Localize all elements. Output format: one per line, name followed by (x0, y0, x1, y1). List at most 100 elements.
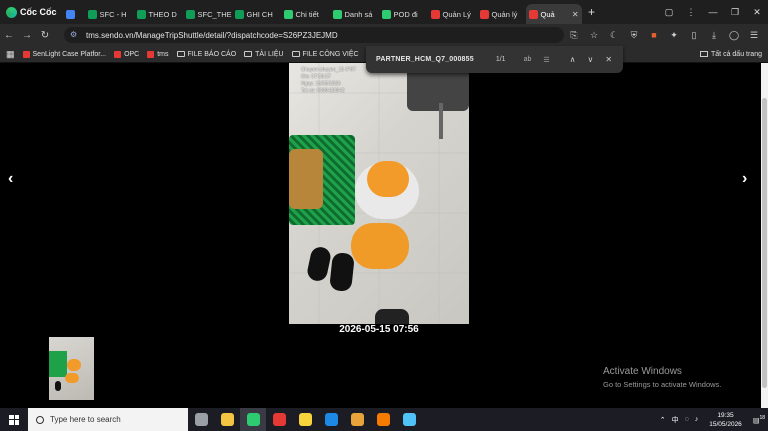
bookmark-item[interactable]: TÀI LIỆU (244, 51, 284, 58)
reload-button[interactable]: ↻ (36, 30, 54, 41)
network-icon[interactable]: ◌ (685, 416, 689, 423)
sendo-icon (430, 9, 440, 19)
browser-tab[interactable]: GHI CH (232, 4, 281, 24)
browser-tab[interactable]: Chi tiết (281, 4, 330, 24)
vertical-scrollbar[interactable] (761, 63, 768, 408)
clock[interactable]: 19:35 15/05/2026 (709, 411, 742, 429)
browser-brand[interactable]: Cốc Cốc (0, 0, 63, 24)
match-case-icon[interactable]: ab (524, 56, 532, 63)
green-basket-shape (289, 135, 355, 225)
menu-icon[interactable]: ☰ (744, 30, 764, 41)
browser-tab[interactable]: Quản lý (477, 4, 526, 24)
site-favicon-icon (147, 50, 155, 58)
find-close-button[interactable]: ✕ (605, 55, 612, 64)
app-orange-icon[interactable] (370, 408, 396, 431)
tab-label: GHI CH (246, 9, 273, 19)
notification-center-button[interactable]: ▤18 (753, 415, 765, 424)
bookmark-item[interactable]: SenLight Case Platfor... (22, 50, 106, 58)
globe-icon (381, 9, 391, 19)
taskbar-search[interactable]: Type here to search (28, 408, 188, 431)
puzzle-icon[interactable]: ✦ (664, 30, 684, 41)
new-tab-button[interactable]: + (582, 5, 602, 19)
regex-icon[interactable]: ☰ (543, 56, 549, 64)
site-favicon-icon (114, 50, 122, 58)
address-bar[interactable]: ⚙ tms.sendo.vn/ManageTripShuttle/detail/… (64, 27, 564, 43)
more-icon[interactable]: ⋮ (680, 7, 702, 18)
bookmark-label: OPC (124, 50, 140, 58)
browser-tab[interactable]: Quả ✕ (525, 4, 582, 24)
notification-count: 18 (759, 414, 765, 421)
volume-icon[interactable]: ♪ (695, 416, 699, 423)
all-bookmarks[interactable]: Tất cả dấu trang (700, 46, 762, 62)
app-blue-icon[interactable] (396, 408, 422, 431)
tab-search-icon[interactable]: ▢ (658, 7, 680, 18)
chair-leg-shape (439, 103, 443, 139)
folder-icon (176, 51, 185, 57)
apps-grid-icon[interactable]: ▦ (6, 49, 15, 60)
bookmark-item[interactable]: OPC (114, 50, 140, 58)
browser-tab[interactable]: POD đi (379, 4, 428, 24)
parcel-bag-shape (355, 161, 419, 219)
photo-timestamp-overlay: Chuyen shuyen_15 IP6T Gio: 07:56:57 Ngay… (301, 67, 356, 95)
back-button[interactable]: ← (0, 30, 18, 41)
folder-icon (291, 51, 300, 57)
browser-tab[interactable]: THEO D (134, 4, 183, 24)
profile-icon[interactable]: ◯ (724, 30, 744, 41)
close-window-button[interactable]: ✕ (746, 7, 768, 18)
restore-button[interactable]: ❐ (724, 7, 746, 18)
dark-mode-icon[interactable]: ☾ (604, 30, 624, 41)
zalo-icon[interactable] (318, 408, 344, 431)
chevron-up-icon[interactable]: ⌃ (660, 416, 666, 424)
browser-tab[interactable]: SFC_THE (183, 4, 232, 24)
prev-image-button[interactable]: ‹ (8, 170, 13, 188)
thumb-bag-shape (67, 359, 81, 371)
find-next-button[interactable]: ∨ (588, 55, 594, 64)
system-tray: ⌃ 中 ◌ ♪ 19:35 15/05/2026 ▤18 (657, 408, 768, 431)
find-input[interactable]: PARTNER_HCM_Q7_000855 (376, 56, 474, 63)
brand-name: Cốc Cốc (20, 7, 57, 17)
overlay-line: Gio: 07:56:57 (301, 74, 332, 80)
close-tab-icon[interactable]: ✕ (572, 10, 579, 19)
split-view-icon[interactable]: ▯ (684, 30, 704, 41)
wps-office-icon[interactable] (266, 408, 292, 431)
bookmark-star-icon[interactable]: ☆ (584, 30, 604, 41)
chrome-icon[interactable] (344, 408, 370, 431)
delivery-photo: Chuyen shuyen_15 IP6T Gio: 07:56:57 Ngay… (289, 63, 469, 324)
site-info-icon[interactable]: ⚙ (70, 30, 80, 40)
photo-caption: 2026-05-15 07:56 (339, 324, 419, 335)
orange-bag-shape-2 (351, 223, 409, 269)
bookmark-item[interactable]: FILE BÁO CÁO (176, 51, 236, 58)
minimize-button[interactable]: — (702, 7, 724, 17)
browser-tab[interactable]: Quản Lý (428, 4, 477, 24)
windows-taskbar: Type here to search ⌃ 中 ◌ ♪ 19:35 15/05/… (0, 408, 768, 431)
sendo-icon (528, 9, 538, 19)
coccoc-browser-icon[interactable] (240, 408, 266, 431)
url-text[interactable]: tms.sendo.vn/ManageTripShuttle/detail/?d… (86, 31, 338, 40)
tab-label: SFC - H (99, 9, 127, 19)
forward-button[interactable]: → (18, 30, 36, 41)
bookmark-item[interactable]: tms (147, 50, 169, 58)
overlay-line: Ngay: 15/05/2026 (301, 81, 341, 87)
translate-icon[interactable]: ⎘ (564, 30, 584, 41)
next-image-button[interactable]: › (742, 170, 747, 188)
input-language-icon[interactable]: 中 (672, 415, 679, 425)
goods-shape (289, 149, 323, 209)
browser-tab[interactable] (63, 4, 85, 24)
folder-icon (700, 51, 709, 57)
overlay-line: Tai xe: 0969420942 (301, 88, 345, 94)
bookmark-item[interactable]: FILE CÔNG VIỆC (291, 51, 359, 58)
scrollbar-thumb[interactable] (762, 98, 767, 388)
extension-icon[interactable]: ■ (644, 30, 664, 40)
browser-tab[interactable]: SFC - H (85, 4, 134, 24)
file-explorer-icon[interactable] (214, 408, 240, 431)
shield-icon[interactable]: ⛨ (624, 30, 644, 41)
download-icon[interactable]: ⤓ (704, 30, 724, 41)
browser-tab[interactable]: Danh sá (330, 4, 379, 24)
photo-thumbnail[interactable] (49, 337, 94, 400)
sheets-icon (136, 9, 146, 19)
task-view-icon[interactable] (188, 408, 214, 431)
start-button[interactable] (0, 408, 28, 431)
find-previous-button[interactable]: ∧ (570, 55, 576, 64)
thumb-shoe-shape (55, 381, 61, 391)
sticky-notes-icon[interactable] (292, 408, 318, 431)
